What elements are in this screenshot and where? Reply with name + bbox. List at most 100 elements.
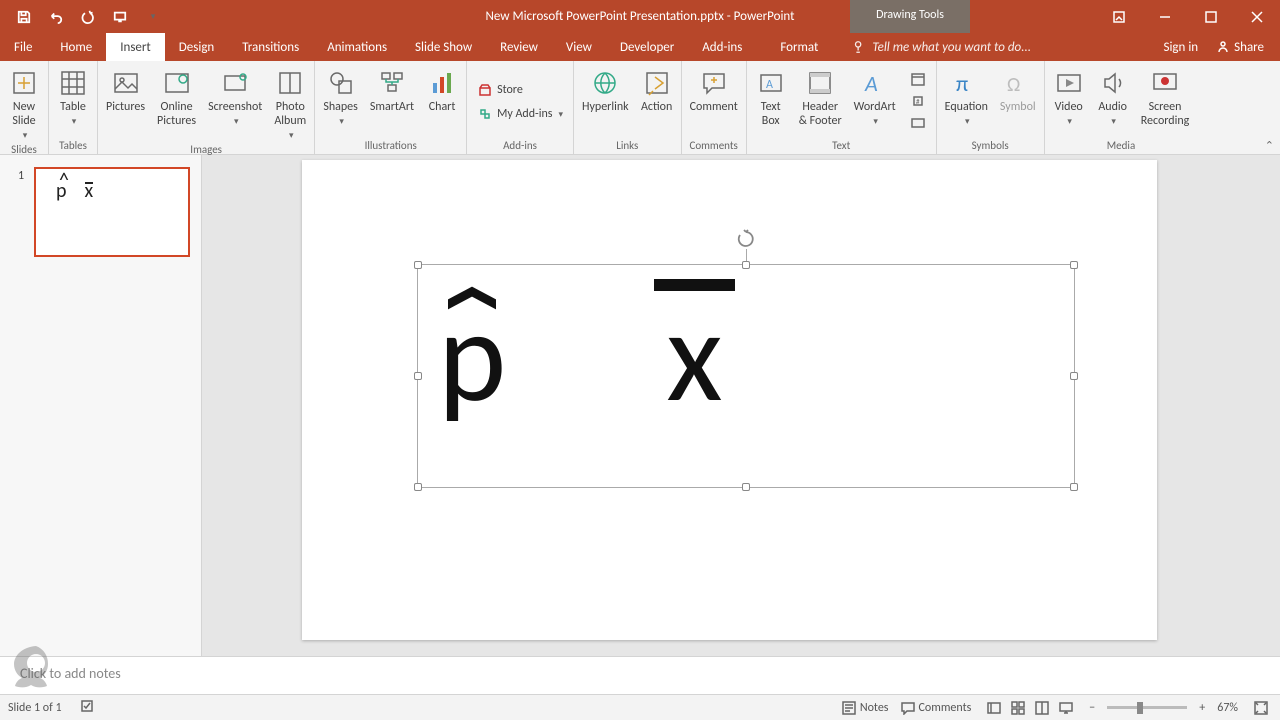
group-media: Video Audio Screen Recording Media <box>1045 61 1198 154</box>
resize-handle[interactable] <box>742 483 750 491</box>
window-controls <box>1096 0 1280 33</box>
window-title: New Microsoft PowerPoint Presentation.pp… <box>486 9 795 24</box>
tell-me-search[interactable]: Tell me what you want to do... <box>852 33 1031 61</box>
undo-button[interactable] <box>46 7 66 27</box>
workspace: 1 p x p <box>0 155 1280 694</box>
collapse-ribbon-button[interactable]: ⌃ <box>1265 139 1274 152</box>
hyperlink-button[interactable]: Hyperlink <box>580 65 631 117</box>
online-pictures-button[interactable]: Online Pictures <box>155 65 198 131</box>
tell-me-placeholder: Tell me what you want to do... <box>872 40 1031 55</box>
close-button[interactable] <box>1234 0 1280 33</box>
view-buttons <box>983 698 1077 718</box>
maximize-button[interactable] <box>1188 0 1234 33</box>
rotate-handle[interactable] <box>736 229 756 249</box>
slide-indicator[interactable]: Slide 1 of 1 <box>8 701 62 715</box>
normal-view-button[interactable] <box>983 698 1005 718</box>
resize-handle[interactable] <box>1070 261 1078 269</box>
screenshot-button[interactable]: Screenshot <box>206 65 264 129</box>
zoom-in-button[interactable]: + <box>1199 701 1205 715</box>
notes-pane[interactable]: Click to add notes <box>0 656 1280 694</box>
p-hat-symbol: p <box>438 291 506 422</box>
save-button[interactable] <box>14 7 34 27</box>
redo-button[interactable] <box>78 7 98 27</box>
object-icon <box>910 115 926 131</box>
slideshow-view-button[interactable] <box>1055 698 1077 718</box>
tab-animations[interactable]: Animations <box>313 33 401 61</box>
ribbon-insert: New Slide Slides Table Tables Pictures O… <box>0 61 1280 155</box>
screen-recording-button[interactable]: Screen Recording <box>1139 65 1192 131</box>
tab-file[interactable]: File <box>0 33 46 61</box>
sorter-view-button[interactable] <box>1007 698 1029 718</box>
comment-button[interactable]: Comment <box>688 65 740 117</box>
ribbon-display-options-button[interactable] <box>1096 0 1142 33</box>
thumbnail-number: 1 <box>18 169 24 183</box>
tab-design[interactable]: Design <box>165 33 228 61</box>
start-from-beginning-button[interactable] <box>110 7 130 27</box>
slide-number-button[interactable]: # <box>906 91 930 111</box>
tab-view[interactable]: View <box>552 33 606 61</box>
resize-handle[interactable] <box>414 372 422 380</box>
tab-format[interactable]: Format <box>766 33 832 61</box>
comments-toggle[interactable]: Comments <box>901 701 972 715</box>
tab-review[interactable]: Review <box>486 33 552 61</box>
my-addins-button[interactable]: My Add-ins <box>473 104 567 124</box>
shapes-button[interactable]: Shapes <box>321 65 360 129</box>
tab-addins[interactable]: Add-ins <box>688 33 756 61</box>
thumb-p-hat: p <box>56 179 67 203</box>
title-bar: New Microsoft PowerPoint Presentation.pp… <box>0 0 1280 33</box>
svg-text:A: A <box>864 70 878 97</box>
new-slide-button[interactable]: New Slide <box>6 65 42 143</box>
customize-qat-button[interactable] <box>142 7 162 27</box>
wordart-button[interactable]: AWordArt <box>852 65 898 129</box>
reading-view-button[interactable] <box>1031 698 1053 718</box>
symbol-button[interactable]: ΩSymbol <box>998 65 1038 117</box>
zoom-slider[interactable] <box>1107 706 1187 709</box>
slide-thumbnail-1[interactable]: 1 p x <box>34 167 190 257</box>
table-button[interactable]: Table <box>55 65 91 129</box>
tab-transitions[interactable]: Transitions <box>228 33 313 61</box>
zoom-level[interactable]: 67% <box>1217 701 1238 715</box>
signin-button[interactable]: Sign in <box>1163 40 1198 55</box>
zoom-out-button[interactable]: − <box>1089 701 1095 715</box>
tab-developer[interactable]: Developer <box>606 33 688 61</box>
store-button[interactable]: Store <box>473 80 527 100</box>
notes-toggle[interactable]: Notes <box>842 701 889 715</box>
minimize-button[interactable] <box>1142 0 1188 33</box>
resize-handle[interactable] <box>414 261 422 269</box>
thumb-x-bar: x <box>85 179 94 203</box>
textbox-button[interactable]: AText Box <box>753 65 789 131</box>
equation-button[interactable]: πEquation <box>943 65 990 129</box>
number-icon: # <box>910 93 926 109</box>
selected-textbox[interactable]: p x <box>417 264 1075 488</box>
slide-thumbnails-panel[interactable]: 1 p x <box>0 155 202 656</box>
slide-canvas[interactable]: p x <box>302 160 1157 640</box>
tab-home[interactable]: Home <box>46 33 106 61</box>
slide-editor[interactable]: p x <box>202 155 1280 656</box>
audio-button[interactable]: Audio <box>1095 65 1131 129</box>
object-button[interactable] <box>906 113 930 133</box>
resize-handle[interactable] <box>1070 372 1078 380</box>
tab-insert[interactable]: Insert <box>106 33 165 61</box>
resize-handle[interactable] <box>742 261 750 269</box>
smartart-button[interactable]: SmartArt <box>368 65 416 117</box>
fit-to-window-button[interactable] <box>1250 698 1272 718</box>
group-text: AText Box Header & Footer AWordArt # Tex… <box>747 61 937 154</box>
photo-album-button[interactable]: Photo Album <box>272 65 308 143</box>
action-button[interactable]: Action <box>639 65 675 117</box>
date-time-button[interactable] <box>906 69 930 89</box>
tab-slideshow[interactable]: Slide Show <box>401 33 486 61</box>
equation-content: p x <box>438 291 723 422</box>
spellcheck-icon[interactable] <box>80 699 96 717</box>
pictures-button[interactable]: Pictures <box>104 65 147 117</box>
chart-button[interactable]: Chart <box>424 65 460 117</box>
resize-handle[interactable] <box>414 483 422 491</box>
svg-text:π: π <box>956 70 968 97</box>
resize-handle[interactable] <box>1070 483 1078 491</box>
header-footer-button[interactable]: Header & Footer <box>797 65 844 131</box>
share-button[interactable]: Share <box>1216 40 1264 55</box>
video-button[interactable]: Video <box>1051 65 1087 129</box>
group-links: Hyperlink Action Links <box>574 61 682 154</box>
svg-text:Ω: Ω <box>1007 73 1020 97</box>
group-illustrations: Shapes SmartArt Chart Illustrations <box>315 61 467 154</box>
group-symbols: πEquation ΩSymbol Symbols <box>937 61 1045 154</box>
